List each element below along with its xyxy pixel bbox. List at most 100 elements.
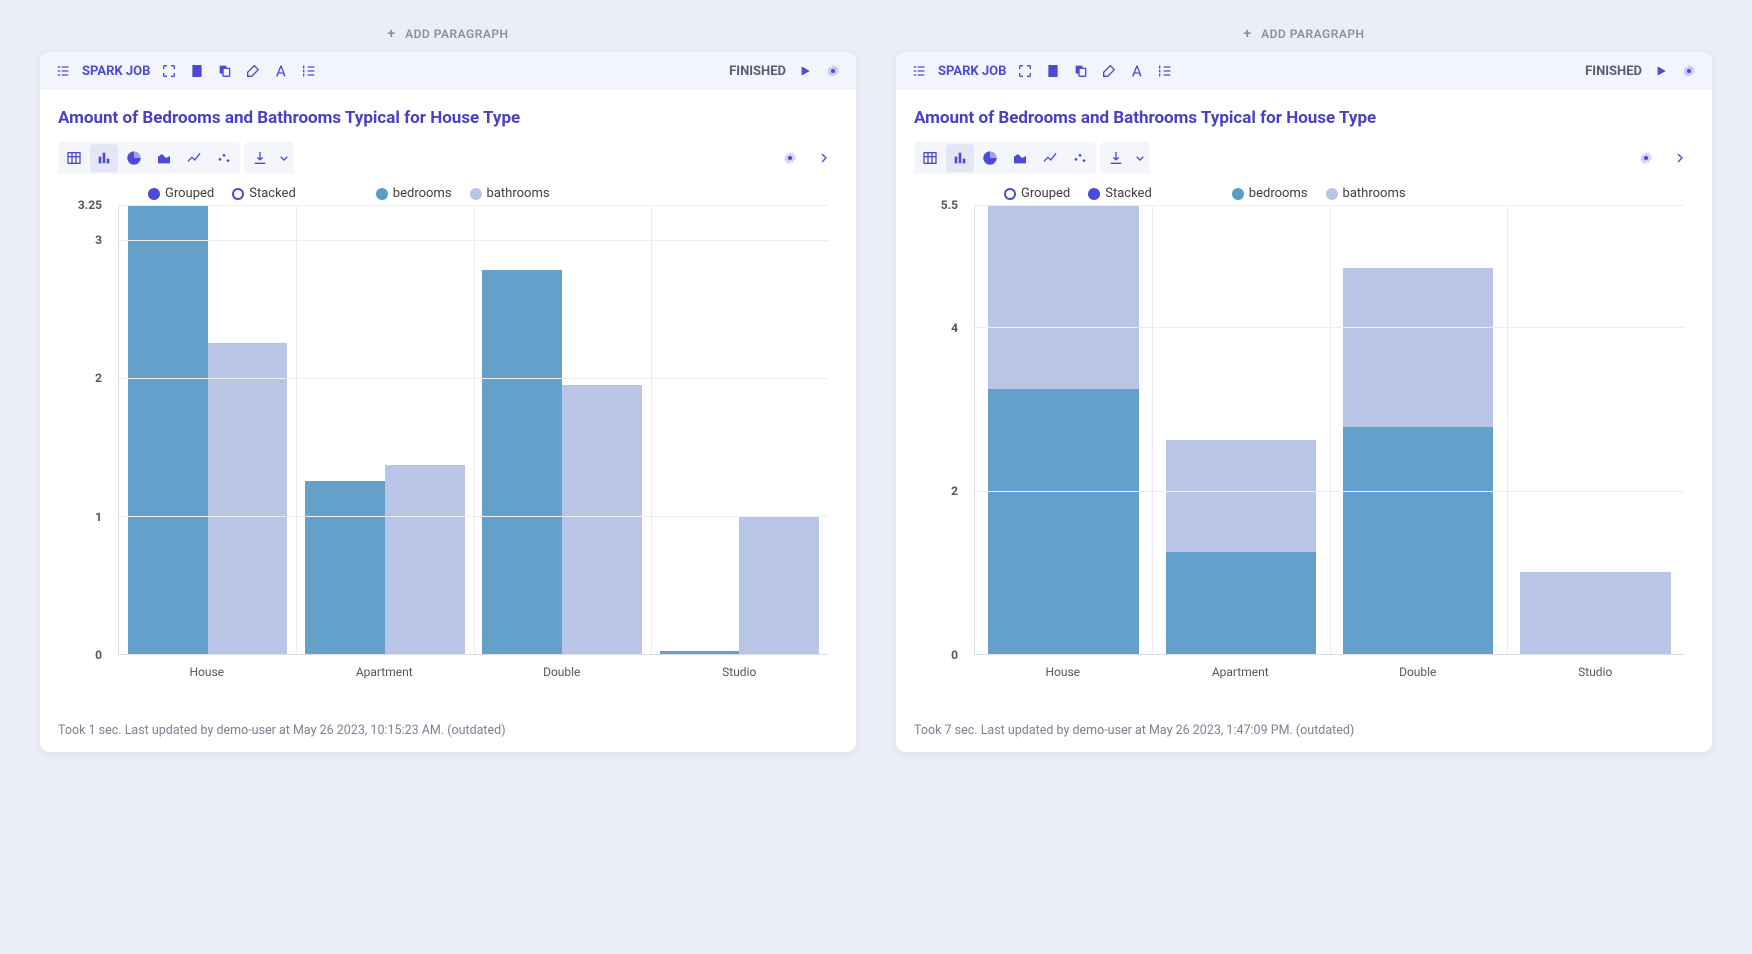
- chart-gear-icon[interactable]: [776, 144, 804, 172]
- copy-icon[interactable]: [216, 62, 234, 80]
- panel-header: SPARK JOB FINISHED: [40, 52, 856, 90]
- segment-bathrooms[interactable]: [988, 205, 1139, 389]
- x-tick: Apartment: [296, 659, 474, 685]
- dot-icon: [1088, 188, 1100, 200]
- y-tick: 3: [95, 233, 102, 247]
- list-icon[interactable]: [54, 62, 72, 80]
- add-paragraph-label: ADD PARAGRAPH: [405, 27, 508, 41]
- segment-bedrooms[interactable]: [988, 389, 1139, 654]
- dot-icon: [376, 188, 388, 200]
- bar-bedrooms[interactable]: [305, 481, 385, 654]
- pie-chart-icon[interactable]: [120, 144, 148, 172]
- pie-chart-icon[interactable]: [976, 144, 1004, 172]
- segment-bathrooms[interactable]: [1343, 268, 1494, 427]
- bar-bathrooms[interactable]: [385, 465, 465, 654]
- y-tick: 5.5: [941, 198, 958, 212]
- category: [119, 205, 296, 654]
- erase-icon[interactable]: [244, 62, 262, 80]
- chart-area-2: 0245.5 HouseApartmentDoubleStudio: [914, 205, 1694, 685]
- gear-icon[interactable]: [824, 62, 842, 80]
- download-group: [244, 142, 294, 174]
- panel-wrap-2: + ADD PARAGRAPH SPARK JOB FINISHED: [896, 20, 1712, 752]
- copy-icon[interactable]: [1072, 62, 1090, 80]
- y-tick: 2: [95, 371, 102, 385]
- panel-body: Amount of Bedrooms and Bathrooms Typical…: [40, 90, 856, 752]
- legend-bathrooms[interactable]: bathrooms: [1326, 186, 1406, 201]
- book-icon[interactable]: [188, 62, 206, 80]
- legend-bathrooms[interactable]: bathrooms: [470, 186, 550, 201]
- numbered-list-icon[interactable]: [1156, 62, 1174, 80]
- x-tick: House: [974, 659, 1152, 685]
- font-icon[interactable]: [272, 62, 290, 80]
- chevron-right-icon[interactable]: [810, 144, 838, 172]
- table-view-icon[interactable]: [60, 144, 88, 172]
- panels-container: + ADD PARAGRAPH SPARK JOB FINISHED: [40, 20, 1712, 752]
- panel-header-left: SPARK JOB: [54, 62, 318, 80]
- segment-bedrooms[interactable]: [1343, 427, 1494, 654]
- plot-area: [118, 205, 828, 655]
- bar-chart-icon[interactable]: [90, 144, 118, 172]
- segment-bedrooms[interactable]: [1166, 552, 1317, 654]
- dot-icon: [232, 188, 244, 200]
- plus-icon: +: [387, 26, 395, 42]
- panel-2: SPARK JOB FINISHED Amount of Bedrooms an…: [896, 52, 1712, 752]
- scatter-chart-icon[interactable]: [210, 144, 238, 172]
- panel-header: SPARK JOB FINISHED: [896, 52, 1712, 90]
- legend-grouped[interactable]: Grouped: [1004, 186, 1070, 201]
- gear-icon[interactable]: [1680, 62, 1698, 80]
- legend-mode-group: Grouped Stacked: [148, 186, 296, 201]
- table-view-icon[interactable]: [916, 144, 944, 172]
- legend-stacked[interactable]: Stacked: [232, 186, 296, 201]
- y-tick: 1: [95, 510, 102, 524]
- chevron-right-icon[interactable]: [1666, 144, 1694, 172]
- area-chart-icon[interactable]: [150, 144, 178, 172]
- bar-bathrooms[interactable]: [739, 516, 819, 654]
- spark-job-label: SPARK JOB: [938, 64, 1006, 79]
- add-paragraph-button[interactable]: + ADD PARAGRAPH: [40, 20, 856, 52]
- expand-icon[interactable]: [160, 62, 178, 80]
- legend-row: Grouped Stacked bedrooms bathrooms: [58, 186, 838, 201]
- download-icon[interactable]: [1102, 144, 1130, 172]
- bar-bathrooms[interactable]: [208, 343, 288, 654]
- expand-icon[interactable]: [1016, 62, 1034, 80]
- legend-grouped[interactable]: Grouped: [148, 186, 214, 201]
- numbered-list-icon[interactable]: [300, 62, 318, 80]
- x-tick: Apartment: [1152, 659, 1330, 685]
- legend-bedrooms[interactable]: bedrooms: [1232, 186, 1308, 201]
- line-chart-icon[interactable]: [1036, 144, 1064, 172]
- chevron-down-icon[interactable]: [276, 144, 292, 172]
- bar-bedrooms[interactable]: [482, 270, 562, 654]
- chart-gear-icon[interactable]: [1632, 144, 1660, 172]
- panel-wrap-1: + ADD PARAGRAPH SPARK JOB FINISHED: [40, 20, 856, 752]
- scatter-chart-icon[interactable]: [1066, 144, 1094, 172]
- area-chart-icon[interactable]: [1006, 144, 1034, 172]
- book-icon[interactable]: [1044, 62, 1062, 80]
- bar-chart-icon[interactable]: [946, 144, 974, 172]
- x-tick: House: [118, 659, 296, 685]
- category: [1330, 205, 1507, 654]
- segment-bathrooms[interactable]: [1520, 572, 1671, 654]
- play-icon[interactable]: [796, 62, 814, 80]
- panel-header-left: SPARK JOB: [910, 62, 1174, 80]
- y-axis: 0245.5: [914, 205, 964, 655]
- y-tick: 2: [951, 484, 958, 498]
- legend-series-group: bedrooms bathrooms: [1232, 186, 1406, 201]
- erase-icon[interactable]: [1100, 62, 1118, 80]
- download-icon[interactable]: [246, 144, 274, 172]
- panel-header-right: FINISHED: [729, 62, 842, 80]
- bar-bedrooms[interactable]: [128, 205, 208, 654]
- legend-bedrooms[interactable]: bedrooms: [376, 186, 452, 201]
- list-icon[interactable]: [910, 62, 928, 80]
- line-chart-icon[interactable]: [180, 144, 208, 172]
- chevron-down-icon[interactable]: [1132, 144, 1148, 172]
- bar-bathrooms[interactable]: [562, 385, 642, 654]
- bar-bedrooms[interactable]: [660, 651, 740, 654]
- chart-toolbar-right: [776, 144, 838, 172]
- segment-bathrooms[interactable]: [1166, 440, 1317, 552]
- play-icon[interactable]: [1652, 62, 1670, 80]
- dot-icon: [148, 188, 160, 200]
- add-paragraph-button[interactable]: + ADD PARAGRAPH: [896, 20, 1712, 52]
- chart-toolbar-left: [914, 142, 1150, 174]
- font-icon[interactable]: [1128, 62, 1146, 80]
- legend-stacked[interactable]: Stacked: [1088, 186, 1152, 201]
